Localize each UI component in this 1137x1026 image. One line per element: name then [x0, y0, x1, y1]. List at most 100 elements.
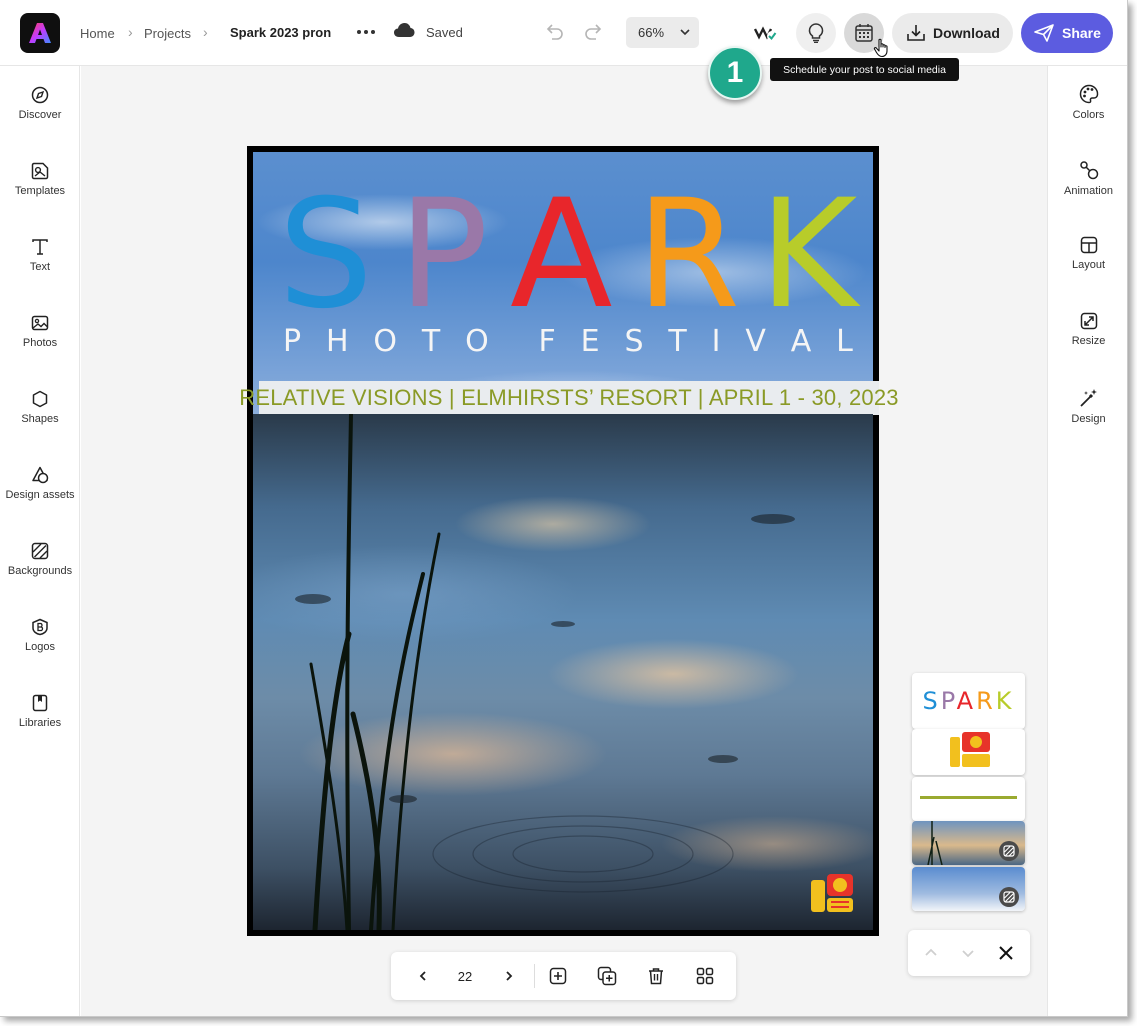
adobe-express-icon	[29, 23, 51, 43]
top-bar: Home › Projects › Spark 2023 pron Saved …	[0, 0, 1127, 66]
backgrounds-icon	[1003, 891, 1015, 903]
rail-item-design[interactable]: Design	[1048, 370, 1127, 430]
rail-item-photos[interactable]: Photos	[0, 294, 80, 354]
thumbnail-logo[interactable]	[912, 729, 1025, 775]
rail-label: Libraries	[18, 717, 62, 729]
photo-festival-text[interactable]: P H O T O F E S T I V A L	[283, 324, 853, 359]
rail-label: Shapes	[21, 413, 59, 425]
document-title[interactable]: Spark 2023 pron	[230, 25, 331, 40]
left-rail: Discover Templates Text Photos Shapes De…	[0, 66, 80, 1016]
magic-wand-icon	[1079, 389, 1097, 407]
rail-label: Animation	[1064, 185, 1113, 197]
thumbnail-spark-title[interactable]: SPARK	[912, 673, 1025, 729]
festival-letter: O	[373, 324, 398, 359]
poster-water-photo[interactable]	[253, 414, 873, 930]
breadcrumb-home[interactable]: Home	[80, 26, 115, 41]
download-button[interactable]: Download	[892, 13, 1013, 53]
thumbnail-controls	[908, 930, 1030, 976]
subtitle-band[interactable]: RELATIVE VISIONS | ELMHIRSTS’ RESORT | A…	[239, 381, 899, 415]
thumbnail-photo-reeds[interactable]	[912, 821, 1025, 865]
rail-item-text[interactable]: Text	[0, 218, 80, 278]
poster-page[interactable]: S P A R K P H O T O F E S T I V A L RELA…	[239, 146, 899, 936]
festival-letter: P	[283, 324, 302, 359]
background-layer-badge	[999, 887, 1019, 907]
rail-label: Logos	[25, 641, 55, 653]
inspiration-button[interactable]	[796, 13, 836, 53]
check-design-button[interactable]	[746, 13, 786, 53]
reeds-silhouette	[295, 414, 795, 930]
schedule-tooltip: Schedule your post to social media	[770, 58, 959, 81]
zoom-value: 66%	[638, 25, 665, 40]
festival-letter: O	[465, 324, 489, 359]
ellipsis-icon	[357, 30, 375, 34]
logos-icon	[32, 618, 48, 636]
festival-letter: F	[538, 324, 556, 359]
festival-letter: A	[790, 324, 812, 359]
spark-letter-s[interactable]: S	[278, 180, 373, 330]
zoom-select[interactable]: 66%	[626, 17, 699, 48]
rail-item-resize[interactable]: Resize	[1048, 294, 1127, 354]
lightbulb-icon	[808, 23, 824, 43]
design-check-icon	[754, 26, 777, 41]
rail-item-animation[interactable]: Animation	[1048, 142, 1127, 202]
chevron-up-icon[interactable]	[924, 947, 938, 959]
chevron-right-icon: ›	[203, 24, 208, 40]
thumbnail-photo-sky[interactable]	[912, 867, 1025, 911]
previous-page-button[interactable]	[411, 964, 435, 988]
spark-letter-k[interactable]: K	[759, 180, 857, 330]
current-page-number[interactable]: 22	[455, 969, 475, 984]
breadcrumb-projects[interactable]: Projects	[144, 26, 191, 41]
right-rail: Colors Animation Layout Resize Design	[1047, 66, 1127, 1016]
backgrounds-icon	[31, 542, 49, 560]
calendar-icon	[855, 24, 873, 42]
share-label: Share	[1062, 25, 1101, 41]
palette-icon	[1079, 84, 1098, 104]
add-page-button[interactable]	[546, 964, 570, 988]
thumbnail-subtitle[interactable]	[912, 777, 1025, 821]
rail-label: Text	[29, 261, 51, 273]
resize-icon	[1080, 312, 1097, 330]
rail-item-layout[interactable]: Layout	[1048, 218, 1127, 278]
download-label: Download	[933, 25, 1000, 41]
close-icon[interactable]	[998, 945, 1014, 961]
rail-item-backgrounds[interactable]: Backgrounds	[0, 522, 80, 582]
photo-icon	[31, 315, 49, 331]
chevron-left-icon	[419, 971, 426, 981]
rail-item-logos[interactable]: Logos	[0, 598, 80, 658]
hand-cursor-icon	[873, 38, 888, 58]
rail-label: Design	[1071, 413, 1106, 425]
rail-item-colors[interactable]: Colors	[1048, 66, 1127, 126]
adobe-express-logo[interactable]	[20, 13, 60, 53]
text-icon	[32, 239, 48, 255]
rail-item-templates[interactable]: Templates	[0, 142, 80, 202]
animation-icon	[1079, 161, 1098, 180]
send-icon	[1034, 24, 1054, 42]
spark-letter-p[interactable]: P	[398, 180, 488, 330]
app-window: Home › Projects › Spark 2023 pron Saved …	[0, 0, 1128, 1017]
chevron-down-icon[interactable]	[961, 947, 975, 959]
divider	[534, 964, 535, 988]
next-page-button[interactable]	[497, 964, 521, 988]
share-button[interactable]: Share	[1021, 13, 1113, 53]
more-options-button[interactable]	[354, 20, 378, 44]
rail-item-design-assets[interactable]: Design assets	[0, 446, 80, 506]
spark-letter-a[interactable]: A	[510, 180, 613, 330]
rail-item-shapes[interactable]: Shapes	[0, 370, 80, 430]
rail-item-libraries[interactable]: Libraries	[0, 674, 80, 734]
spark-letter-r[interactable]: R	[636, 180, 740, 330]
download-icon	[907, 25, 925, 41]
chevron-right-icon: ›	[128, 24, 133, 40]
templates-icon	[31, 162, 49, 180]
add-page-icon	[549, 967, 567, 985]
festival-letter: S	[624, 324, 644, 359]
duplicate-icon	[597, 966, 617, 986]
chevron-right-icon	[506, 971, 513, 981]
delete-page-button[interactable]	[644, 964, 668, 988]
duplicate-page-button[interactable]	[595, 964, 619, 988]
festival-letter: T	[421, 324, 441, 359]
rail-item-discover[interactable]: Discover	[0, 66, 80, 126]
redo-icon[interactable]	[584, 22, 604, 42]
grid-view-button[interactable]	[693, 964, 717, 988]
undo-icon[interactable]	[544, 22, 564, 42]
rail-label: Colors	[1072, 109, 1105, 121]
